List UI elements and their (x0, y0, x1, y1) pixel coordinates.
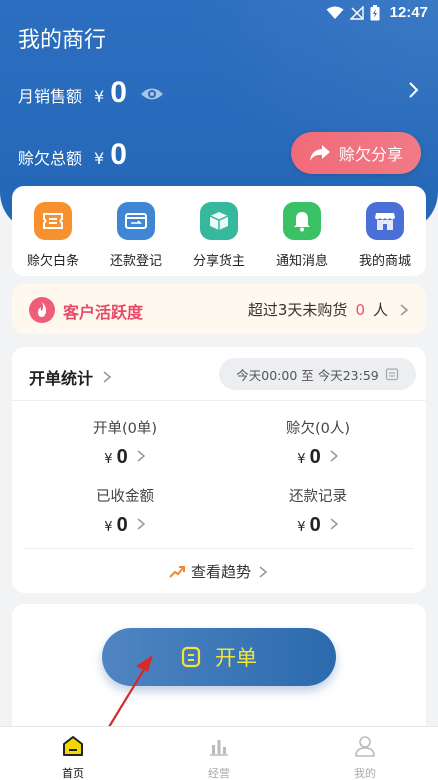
quick-action-notifications[interactable]: 通知消息 (262, 202, 342, 269)
order-stats-title: 开单统计 (29, 369, 94, 388)
quick-action-label: 还款登记 (109, 254, 162, 269)
card-icon (117, 202, 155, 240)
quick-action-label: 分享货主 (192, 254, 245, 269)
stat-currency: ¥ (104, 452, 113, 467)
bell-icon (283, 202, 321, 240)
chevron-right-icon (137, 450, 145, 462)
credit-share-label: 赊欠分享 (338, 145, 403, 164)
new-order-label: 开单 (215, 646, 257, 670)
tab-label: 首页 (62, 767, 84, 780)
quick-action-repayment[interactable]: 还款登记 (96, 202, 176, 269)
quick-action-label: 通知消息 (275, 254, 328, 269)
share-arrow-icon (309, 145, 330, 161)
inactive-customers-count: 0 (355, 300, 365, 319)
order-stats-card: 开单统计 今天00:00 至 今天23:59 开单(0单) ¥0 赊欠(0人) … (12, 347, 426, 593)
home-icon (63, 736, 83, 756)
trend-up-icon (169, 565, 185, 578)
box-icon (200, 202, 238, 240)
total-credit-row: 赊欠总额 ¥ 0 (18, 138, 127, 172)
signal-off-icon (349, 5, 364, 20)
flame-icon (29, 297, 55, 323)
order-stats-header[interactable]: 开单统计 (29, 365, 113, 389)
stat-label: 开单(0单) (92, 421, 158, 437)
tab-label: 我的 (354, 767, 376, 780)
chevron-right-icon[interactable] (406, 80, 420, 100)
order-icon (181, 646, 201, 668)
stat-value: 0 (309, 514, 321, 536)
tab-home[interactable]: 首页 (33, 735, 113, 780)
stat-value: 0 (116, 446, 128, 468)
credit-share-button[interactable]: 赊欠分享 (291, 132, 421, 174)
eye-icon[interactable] (140, 82, 164, 106)
total-credit-currency: ¥ (94, 149, 105, 168)
total-credit-label: 赊欠总额 (18, 149, 83, 168)
new-order-button[interactable]: 开单 (102, 628, 336, 686)
quick-actions-card: 赊欠白条 还款登记 分享货主 通知消息 我的商城 (12, 186, 426, 276)
date-range-text: 今天00:00 至 今天23:59 (236, 367, 379, 383)
stat-currency: ¥ (104, 520, 113, 535)
quick-action-share-owner[interactable]: 分享货主 (179, 202, 259, 269)
customer-activity-title: 客户活跃度 (63, 303, 144, 322)
stat-label: 已收金额 (96, 489, 154, 505)
date-range-picker[interactable]: 今天00:00 至 今天23:59 (219, 358, 416, 390)
quick-action-label: 我的商城 (358, 254, 411, 269)
page-title: 我的商行 (18, 28, 107, 53)
stat-value: 0 (116, 514, 128, 536)
tab-profile[interactable]: 我的 (325, 735, 405, 780)
stat-label: 赊欠(0人) (285, 421, 351, 437)
battery-charging-icon (370, 4, 380, 20)
chevron-right-icon (259, 565, 268, 578)
monthly-sales-currency: ¥ (94, 87, 105, 106)
chevron-right-icon (103, 371, 112, 383)
divider (12, 400, 426, 401)
tab-label: 经营 (208, 767, 230, 780)
user-icon (355, 736, 375, 757)
stat-repayments[interactable]: 还款记录 ¥0 (258, 485, 378, 537)
stat-currency: ¥ (297, 452, 306, 467)
chevron-right-icon (330, 518, 338, 530)
chevron-right-icon (330, 450, 338, 462)
view-trend-label: 查看趋势 (190, 563, 251, 581)
customer-activity-card[interactable]: 客户活跃度 超过3天未购货 0 人 (12, 284, 426, 334)
total-credit-value: 0 (110, 138, 127, 171)
store-icon (366, 202, 404, 240)
ticket-icon (34, 202, 72, 240)
inactive-customers-summary: 超过3天未购货 0 人 (248, 299, 412, 320)
bottom-tab-bar: 首页 经营 我的 (0, 726, 438, 780)
inactive-customers-label: 超过3天未购货 (247, 301, 348, 319)
stat-currency: ¥ (297, 520, 306, 535)
status-time: 12:47 (389, 4, 428, 21)
wifi-icon (326, 6, 344, 19)
chart-icon (210, 740, 228, 756)
inactive-customers-unit: 人 (372, 301, 388, 319)
quick-action-label: 赊欠白条 (26, 254, 79, 269)
chevron-right-icon (400, 303, 409, 316)
view-trend-link[interactable]: 查看趋势 (12, 561, 426, 582)
stat-received[interactable]: 已收金额 ¥0 (65, 485, 185, 537)
stat-label: 还款记录 (289, 489, 347, 505)
quick-action-my-store[interactable]: 我的商城 (345, 202, 425, 269)
chevron-right-icon (137, 518, 145, 530)
stat-orders[interactable]: 开单(0单) ¥0 (65, 417, 185, 469)
divider (24, 548, 414, 549)
monthly-sales-row: 月销售额 ¥ 0 (18, 76, 127, 110)
monthly-sales-value: 0 (110, 76, 127, 109)
stat-value: 0 (309, 446, 321, 468)
tab-business[interactable]: 经营 (179, 735, 259, 780)
stat-credit[interactable]: 赊欠(0人) ¥0 (258, 417, 378, 469)
calendar-icon (385, 368, 398, 381)
quick-action-credit-note[interactable]: 赊欠白条 (13, 202, 93, 269)
monthly-sales-label: 月销售额 (18, 87, 83, 106)
